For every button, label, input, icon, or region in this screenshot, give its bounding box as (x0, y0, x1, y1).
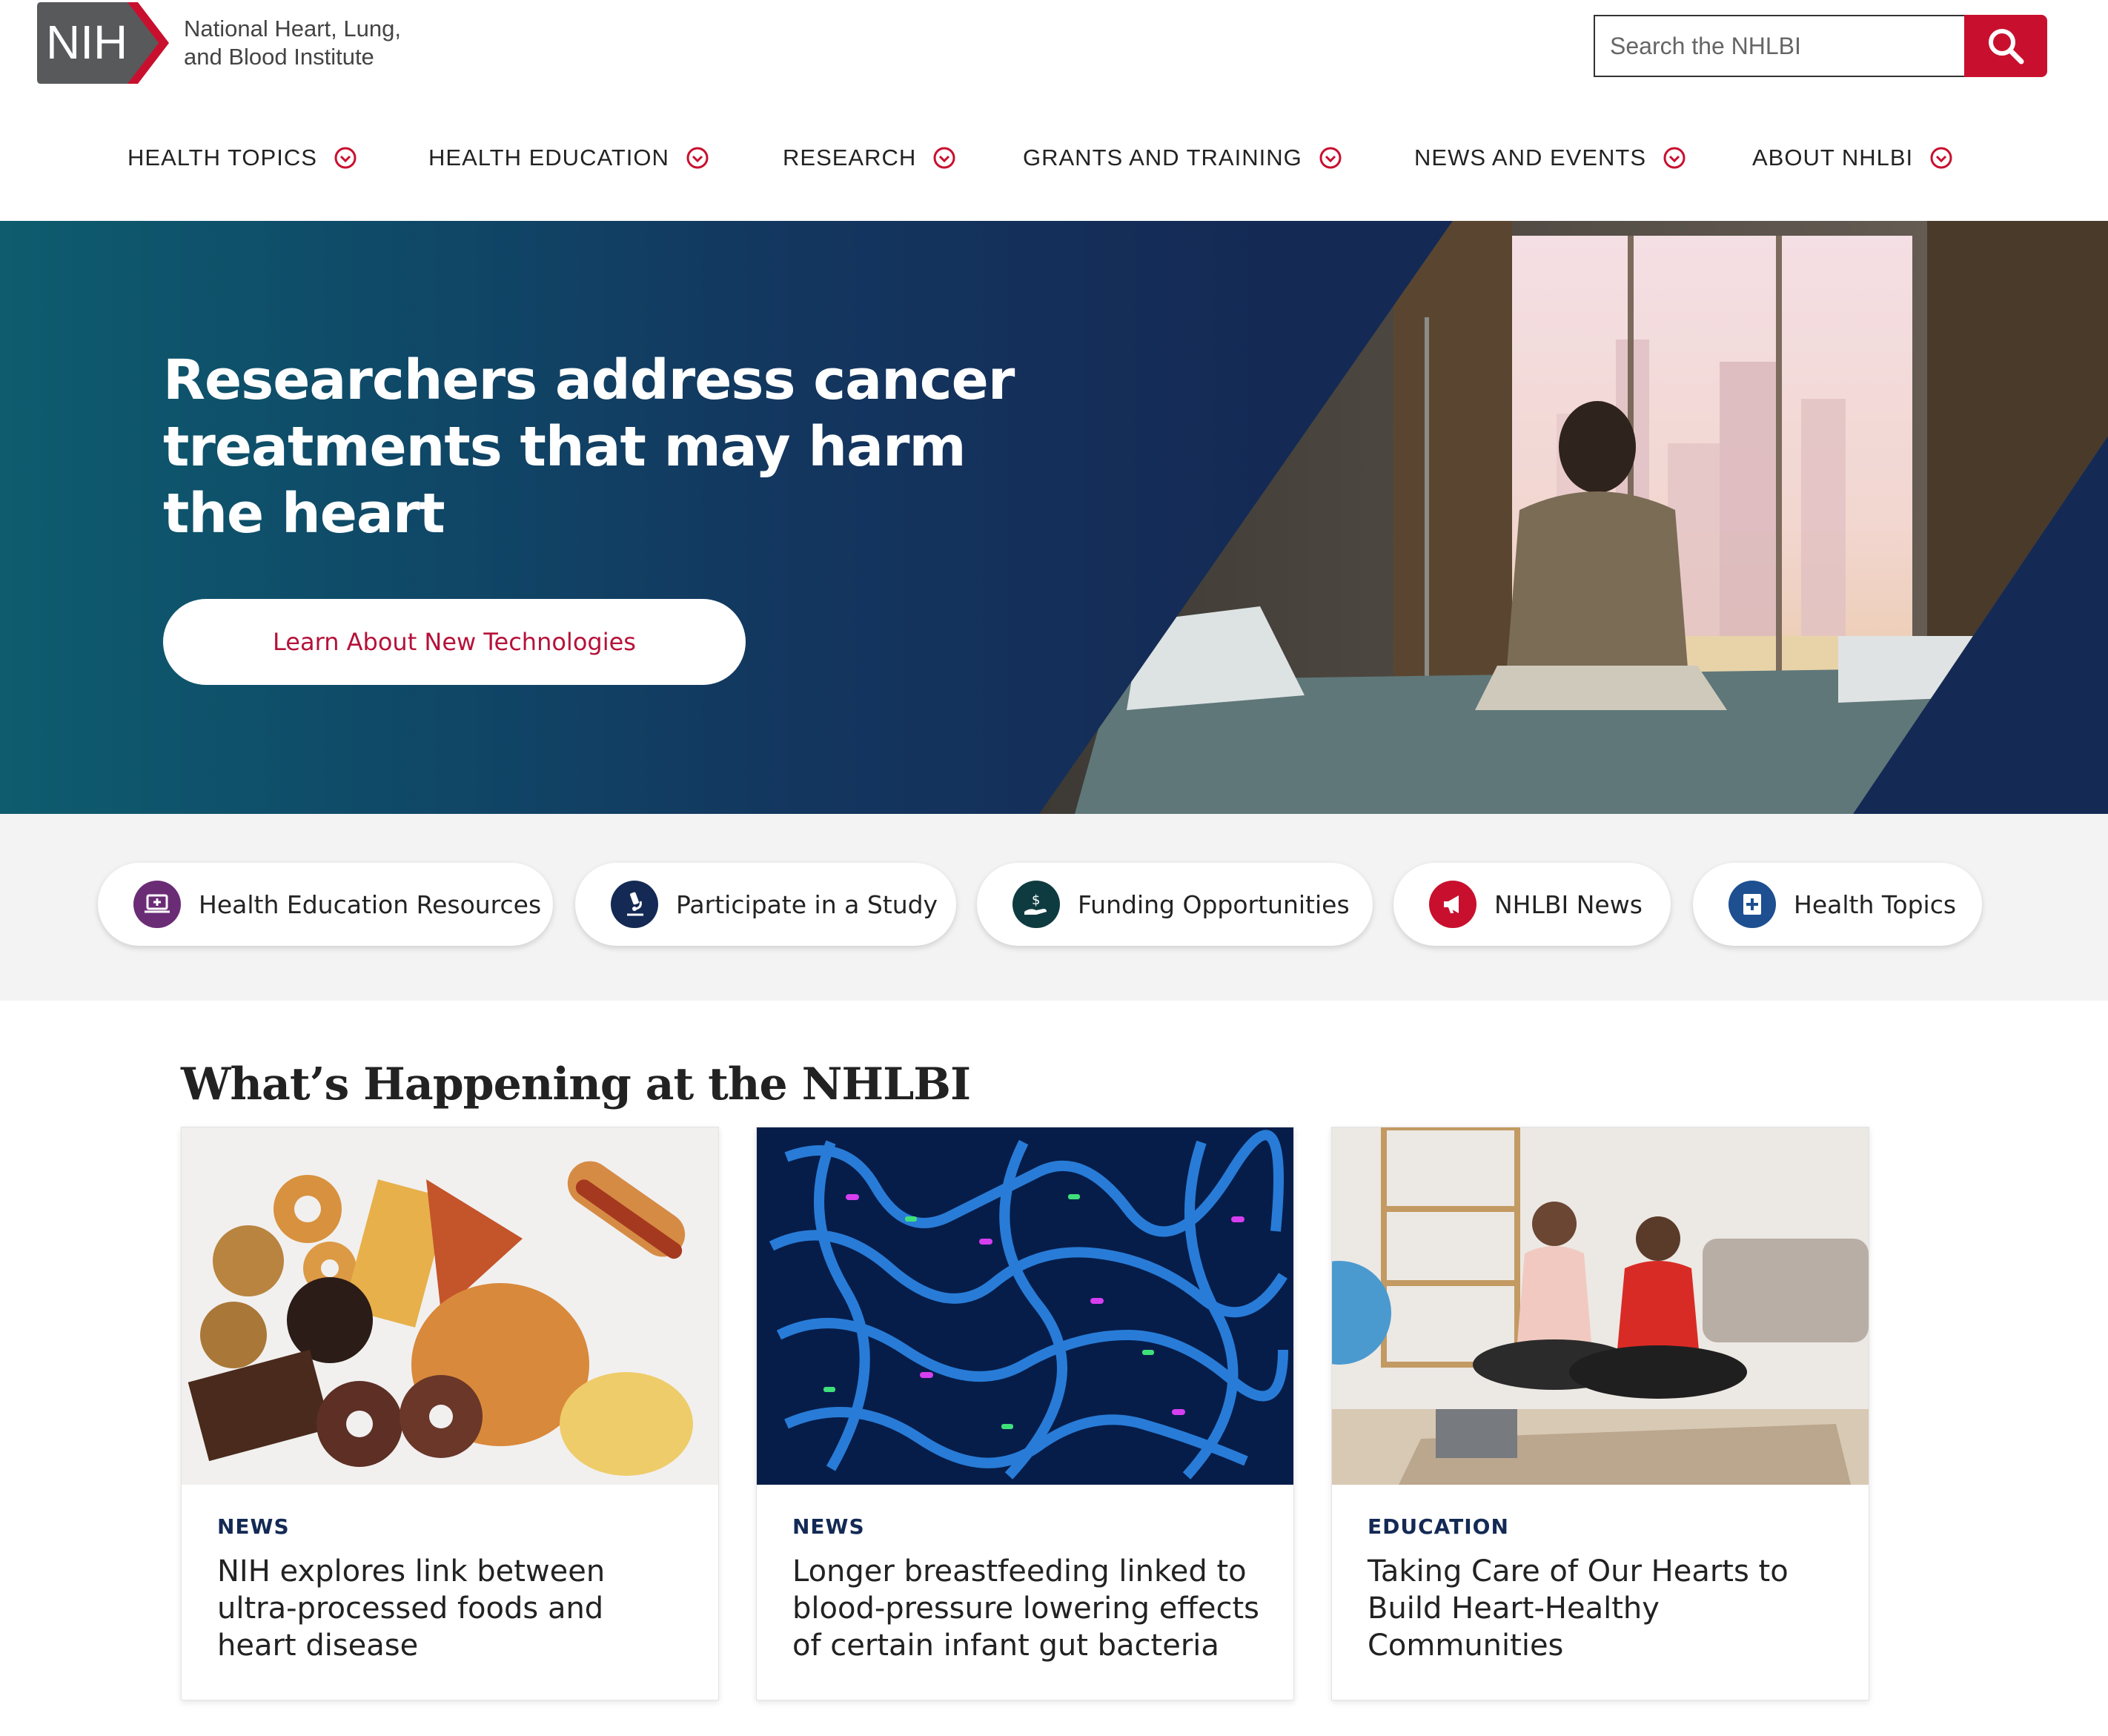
quick-link-nhlbi-news[interactable]: NHLBI News (1393, 863, 1671, 946)
search-icon (1989, 29, 2024, 64)
nav-health-education[interactable]: HEALTH EDUCATION (428, 126, 709, 190)
nav-news-and-events[interactable]: NEWS AND EVENTS (1414, 126, 1686, 190)
main-nav: HEALTH TOPICS HEALTH EDUCATION RESEARCH … (0, 126, 2108, 190)
nhlbi-logo[interactable]: NIH National Heart, Lung, and Blood Inst… (37, 2, 401, 84)
quick-link-label: Funding Opportunities (1078, 889, 1350, 919)
card-title: NIH explores link between ultra-processe… (217, 1554, 606, 1663)
news-card-heart-healthy-communities[interactable]: EDUCATION Taking Care of Our Hearts to B… (1331, 1127, 1869, 1700)
nav-label: HEALTH EDUCATION (428, 145, 669, 170)
search-button[interactable] (1964, 15, 2047, 77)
chevron-down-icon (1319, 147, 1342, 169)
news-card-ultra-processed-foods[interactable]: NEWS NIH explores link between ultra-pro… (181, 1127, 719, 1700)
nav-label: ABOUT NHLBI (1752, 145, 1914, 170)
card-image-junk-food (182, 1127, 718, 1485)
section-title: What’s Happening at the NHLBI (181, 1059, 971, 1110)
learn-about-new-technologies-button[interactable]: Learn About New Technologies (163, 599, 746, 685)
card-category: NEWS (792, 1514, 865, 1539)
logo-line-2: and Blood Institute (184, 44, 374, 70)
card-image-gut-bacteria (757, 1127, 1293, 1485)
news-card-breastfeeding-gut-bacteria[interactable]: NEWS Longer breastfeeding linked to bloo… (756, 1127, 1294, 1700)
quick-links-bar: Health Education Resources Participate i… (0, 814, 2108, 1001)
svg-text:$: $ (1032, 892, 1040, 908)
nih-badge-icon: NIH (37, 2, 170, 84)
nav-label: GRANTS AND TRAINING (1023, 145, 1302, 170)
medical-book-icon (1729, 881, 1776, 928)
quick-link-health-education-resources[interactable]: Health Education Resources (98, 863, 553, 946)
hero-banner: Researchers address cancer treatments th… (0, 221, 2108, 814)
nav-about-nhlbi[interactable]: ABOUT NHLBI (1752, 126, 1953, 190)
megaphone-icon (1429, 881, 1476, 928)
card-category: NEWS (217, 1514, 290, 1539)
microscope-icon (611, 881, 658, 928)
card-title: Longer breastfeeding linked to blood-pre… (792, 1554, 1259, 1663)
quick-link-funding-opportunities[interactable]: $ Funding Opportunities (977, 863, 1373, 946)
logo-institute-name: National Heart, Lung, and Blood Institut… (184, 15, 401, 71)
quick-link-label: Participate in a Study (676, 889, 938, 919)
card-image-yoga-family (1332, 1127, 1869, 1485)
logo-line-1: National Heart, Lung, (184, 16, 401, 42)
nav-label: RESEARCH (783, 145, 917, 170)
nav-grants-and-training[interactable]: GRANTS AND TRAINING (1023, 126, 1342, 190)
search-input[interactable] (1594, 15, 1965, 77)
card-category: EDUCATION (1368, 1514, 1509, 1539)
quick-link-participate-in-a-study[interactable]: Participate in a Study (575, 863, 956, 946)
hand-dollar-icon: $ (1012, 881, 1060, 928)
chevron-down-icon (1663, 147, 1686, 169)
search-bar (1594, 15, 2047, 77)
quick-link-label: Health Education Resources (199, 889, 542, 919)
quick-link-health-topics[interactable]: Health Topics (1693, 863, 1982, 946)
nav-label: HEALTH TOPICS (127, 145, 317, 170)
nav-label: NEWS AND EVENTS (1414, 145, 1646, 170)
chevron-down-icon (334, 147, 357, 169)
quick-link-label: Health Topics (1794, 889, 1957, 919)
chevron-down-icon (1930, 147, 1952, 169)
hero-title: Researchers address cancer treatments th… (163, 348, 1015, 546)
nih-abbrev: NIH (46, 16, 127, 69)
laptop-medical-icon (133, 881, 181, 928)
chevron-down-icon (686, 147, 709, 169)
quick-link-label: NHLBI News (1494, 889, 1643, 919)
site-header: NIH National Heart, Lung, and Blood Inst… (0, 0, 2108, 221)
card-title: Taking Care of Our Hearts to Build Heart… (1368, 1554, 1789, 1663)
chevron-down-icon (933, 147, 955, 169)
nav-health-topics[interactable]: HEALTH TOPICS (127, 126, 357, 190)
nav-research[interactable]: RESEARCH (783, 126, 956, 190)
